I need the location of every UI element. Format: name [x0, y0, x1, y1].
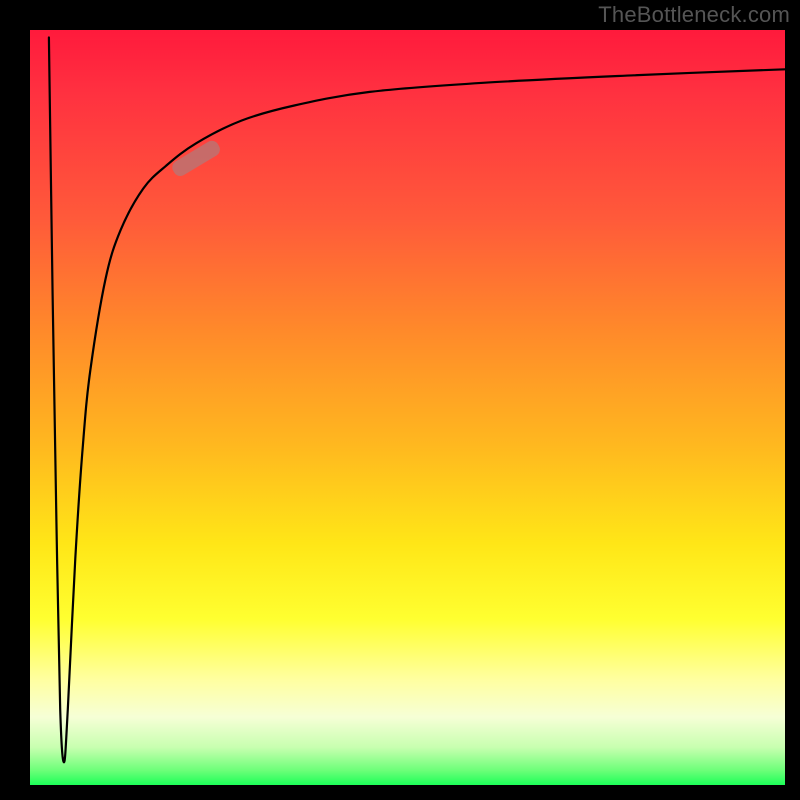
- plot-area: [30, 30, 785, 785]
- chart-frame: TheBottleneck.com: [0, 0, 800, 800]
- bottleneck-curve: [49, 38, 785, 763]
- curve-layer: [30, 30, 785, 785]
- watermark-text: TheBottleneck.com: [598, 2, 790, 28]
